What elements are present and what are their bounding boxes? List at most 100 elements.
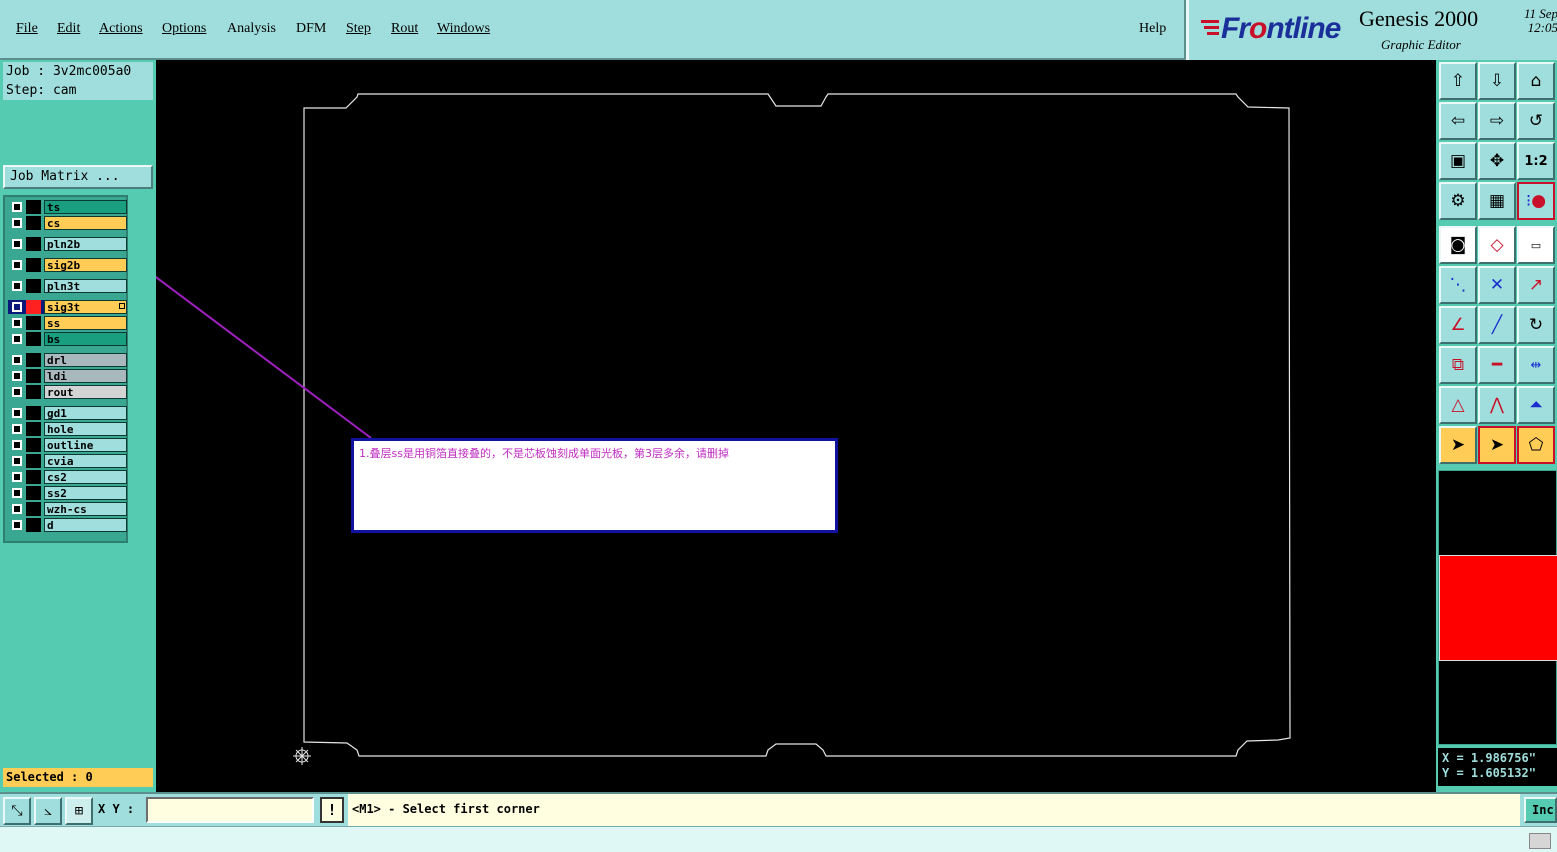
layer-name[interactable]: outline bbox=[44, 438, 127, 452]
snap-icon[interactable]: ⚙ bbox=[1439, 182, 1477, 220]
trim-line-icon[interactable]: ━ bbox=[1478, 346, 1516, 384]
pan-left-icon[interactable]: ⇦ bbox=[1439, 102, 1477, 140]
select-box-icon[interactable]: ➤ bbox=[1478, 426, 1516, 464]
transform-icon[interactable]: ◇ bbox=[1478, 226, 1516, 264]
layer-color-swatch[interactable] bbox=[26, 406, 41, 420]
zoom-back-icon[interactable]: ↺ bbox=[1517, 102, 1555, 140]
resize-icon[interactable]: ⤡ bbox=[3, 797, 31, 825]
grid-snap-icon[interactable]: ⊞ bbox=[65, 797, 93, 825]
layer-row-outline[interactable]: outline bbox=[8, 438, 127, 452]
layer-color-swatch[interactable] bbox=[26, 216, 41, 230]
layer-checkbox[interactable] bbox=[12, 355, 22, 365]
layer-name[interactable]: ts bbox=[44, 200, 127, 214]
layer-name[interactable]: rout bbox=[44, 385, 127, 399]
layer-row-sig2b[interactable]: sig2b bbox=[8, 258, 127, 272]
layer-checkbox[interactable] bbox=[12, 387, 22, 397]
layer-row-d[interactable]: d bbox=[8, 518, 127, 532]
layer-name[interactable]: bs bbox=[44, 332, 127, 346]
layer-row-cs[interactable]: cs bbox=[8, 216, 127, 230]
layer-checkbox[interactable] bbox=[12, 202, 22, 212]
layer-checkbox[interactable] bbox=[12, 371, 22, 381]
layer-checkbox[interactable] bbox=[12, 456, 22, 466]
menu-file[interactable]: File bbox=[16, 21, 38, 37]
layer-name[interactable]: pln3t bbox=[44, 279, 127, 293]
layer-checkbox[interactable] bbox=[12, 302, 22, 312]
grid-icon[interactable]: ▦ bbox=[1478, 182, 1516, 220]
layer-row-gd1[interactable]: gd1 bbox=[8, 406, 127, 420]
overview-map[interactable] bbox=[1438, 470, 1557, 745]
layer-row-sig3t[interactable]: sig3t bbox=[8, 300, 127, 314]
layer-name[interactable]: ss2 bbox=[44, 486, 127, 500]
delete-point-icon[interactable]: ✕ bbox=[1478, 266, 1516, 304]
layer-row-ldi[interactable]: ldi bbox=[8, 369, 127, 383]
layer-color-swatch[interactable] bbox=[26, 486, 41, 500]
layer-color-swatch[interactable] bbox=[26, 438, 41, 452]
layer-color-swatch[interactable] bbox=[26, 369, 41, 383]
note-box[interactable]: 1.叠层ss是用铜箔直接叠的，不是芯板蚀刻成单面光板，第3层多余，请删掉 bbox=[351, 438, 838, 533]
layer-color-swatch[interactable] bbox=[26, 300, 41, 314]
xy-input[interactable] bbox=[146, 797, 314, 823]
layer-row-pln2b[interactable]: pln2b bbox=[8, 237, 127, 251]
menu-options[interactable]: Options bbox=[162, 21, 206, 37]
select-pointer-icon[interactable]: ➤ bbox=[1439, 426, 1477, 464]
copy-icon[interactable]: ⧉ bbox=[1439, 346, 1477, 384]
layer-row-ss[interactable]: ss bbox=[8, 316, 127, 330]
layer-row-rout[interactable]: rout bbox=[8, 385, 127, 399]
menu-edit[interactable]: Edit bbox=[57, 21, 80, 37]
layer-color-swatch[interactable] bbox=[26, 518, 41, 532]
measure-icon[interactable]: ⇹ bbox=[1517, 346, 1555, 384]
layer-row-drl[interactable]: drl bbox=[8, 353, 127, 367]
polygon-3-icon[interactable]: ⏶ bbox=[1517, 386, 1555, 424]
layer-name[interactable]: sig3t bbox=[44, 300, 127, 314]
job-matrix-button[interactable]: Job Matrix ... bbox=[3, 165, 153, 189]
pan-down-icon[interactable]: ⇩ bbox=[1478, 62, 1516, 100]
polygon-2-icon[interactable]: ⋀ bbox=[1478, 386, 1516, 424]
layer-color-swatch[interactable] bbox=[26, 422, 41, 436]
layer-row-wzh-cs[interactable]: wzh-cs bbox=[8, 502, 127, 516]
arc-icon[interactable]: ↻ bbox=[1517, 306, 1555, 344]
layer-color-swatch[interactable] bbox=[26, 332, 41, 346]
line-icon[interactable]: ╱ bbox=[1478, 306, 1516, 344]
net-display-icon[interactable]: ⁝ ● bbox=[1517, 182, 1555, 220]
layer-checkbox[interactable] bbox=[12, 488, 22, 498]
connect-points-icon[interactable]: ⋱ bbox=[1439, 266, 1477, 304]
ruler-icon[interactable]: ▭ bbox=[1517, 226, 1555, 264]
layer-checkbox[interactable] bbox=[12, 239, 22, 249]
polygon-1-icon[interactable]: △ bbox=[1439, 386, 1477, 424]
layer-color-swatch[interactable] bbox=[26, 470, 41, 484]
layer-name[interactable]: gd1 bbox=[44, 406, 127, 420]
layer-row-cs2[interactable]: cs2 bbox=[8, 470, 127, 484]
layer-row-pln3t[interactable]: pln3t bbox=[8, 279, 127, 293]
alert-icon[interactable]: ! bbox=[320, 797, 344, 823]
inc-button[interactable]: Inc bbox=[1524, 797, 1557, 823]
layer-color-swatch[interactable] bbox=[26, 316, 41, 330]
layer-checkbox[interactable] bbox=[12, 318, 22, 328]
layer-name[interactable]: ldi bbox=[44, 369, 127, 383]
layer-color-swatch[interactable] bbox=[26, 237, 41, 251]
layer-checkbox[interactable] bbox=[12, 218, 22, 228]
layer-color-swatch[interactable] bbox=[26, 353, 41, 367]
menu-step[interactable]: Step bbox=[346, 21, 371, 37]
layer-color-swatch[interactable] bbox=[26, 454, 41, 468]
zoom-1-2-icon[interactable]: 1:2 bbox=[1517, 142, 1555, 180]
layer-name[interactable]: d bbox=[44, 518, 127, 532]
layer-color-swatch[interactable] bbox=[26, 279, 41, 293]
layer-color-swatch[interactable] bbox=[26, 502, 41, 516]
layer-row-ss2[interactable]: ss2 bbox=[8, 486, 127, 500]
pad-icon[interactable]: ◙ bbox=[1439, 226, 1477, 264]
layer-name[interactable]: cs bbox=[44, 216, 127, 230]
menu-rout[interactable]: Rout bbox=[391, 21, 418, 37]
layer-color-swatch[interactable] bbox=[26, 385, 41, 399]
layer-name[interactable]: cvia bbox=[44, 454, 127, 468]
menu-windows[interactable]: Windows bbox=[437, 21, 490, 37]
layer-checkbox[interactable] bbox=[12, 440, 22, 450]
layer-checkbox[interactable] bbox=[12, 260, 22, 270]
menu-analysis[interactable]: Analysis bbox=[227, 21, 276, 37]
layer-checkbox[interactable] bbox=[12, 408, 22, 418]
move-point-icon[interactable]: ↗ bbox=[1517, 266, 1555, 304]
pan-up-icon[interactable]: ⇧ bbox=[1439, 62, 1477, 100]
layer-checkbox[interactable] bbox=[12, 424, 22, 434]
layer-checkbox[interactable] bbox=[12, 520, 22, 530]
zoom-center-icon[interactable]: ✥ bbox=[1478, 142, 1516, 180]
menu-dfm[interactable]: DFM bbox=[296, 21, 326, 37]
